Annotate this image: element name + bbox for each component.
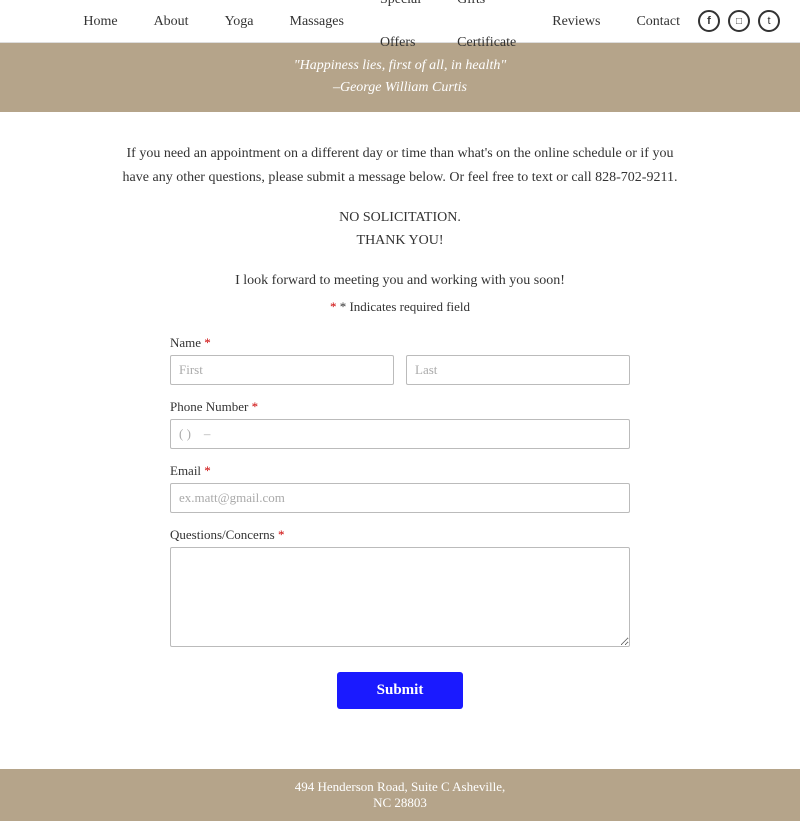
- questions-required-star: *: [278, 527, 285, 542]
- footer-address: 494 Henderson Road, Suite C Asheville,: [10, 779, 790, 795]
- email-group: Email *: [170, 463, 630, 513]
- phone-label: Phone Number *: [170, 399, 630, 415]
- questions-textarea[interactable]: [170, 547, 630, 647]
- questions-group: Questions/Concerns *: [170, 527, 630, 652]
- twitter-icon[interactable]: t: [758, 10, 780, 32]
- social-icons: f □ t: [698, 10, 780, 32]
- nav-about[interactable]: About: [136, 0, 207, 43]
- no-solicit-text: NO SOLICITATION.THANK YOU!: [120, 207, 680, 252]
- email-required-star: *: [204, 463, 211, 478]
- nav-yoga[interactable]: Yoga: [207, 0, 272, 43]
- nav-reviews[interactable]: Reviews: [534, 0, 618, 43]
- last-name-input[interactable]: [406, 355, 630, 385]
- looking-forward-text: I look forward to meeting you and workin…: [120, 270, 680, 292]
- name-required-star: *: [204, 335, 211, 350]
- instagram-icon[interactable]: □: [728, 10, 750, 32]
- footer-city: NC 28803: [10, 795, 790, 811]
- name-row: [170, 355, 630, 385]
- required-star: *: [330, 299, 337, 314]
- phone-required-star: *: [252, 399, 259, 414]
- email-label: Email *: [170, 463, 630, 479]
- first-name-input[interactable]: [170, 355, 394, 385]
- navbar: Home About Yoga Massages Special Offers …: [0, 0, 800, 43]
- contact-form: Name * Phone Number * Email *: [170, 335, 630, 709]
- intro-text: If you need an appointment on a differen…: [120, 142, 680, 190]
- main-content: If you need an appointment on a differen…: [100, 112, 700, 749]
- hero-attribution: –George William Curtis: [20, 77, 780, 99]
- required-note: * * Indicates required field: [120, 299, 680, 315]
- name-label: Name *: [170, 335, 630, 351]
- nav-home[interactable]: Home: [65, 0, 135, 43]
- questions-label: Questions/Concerns *: [170, 527, 630, 543]
- nav-massages[interactable]: Massages: [272, 0, 362, 43]
- facebook-icon[interactable]: f: [698, 10, 720, 32]
- footer: 494 Henderson Road, Suite C Asheville, N…: [0, 769, 800, 821]
- nav-contact[interactable]: Contact: [618, 0, 698, 43]
- email-input[interactable]: [170, 483, 630, 513]
- name-group: Name *: [170, 335, 630, 385]
- phone-group: Phone Number *: [170, 399, 630, 449]
- submit-button[interactable]: Submit: [337, 672, 464, 709]
- phone-input[interactable]: [170, 419, 630, 449]
